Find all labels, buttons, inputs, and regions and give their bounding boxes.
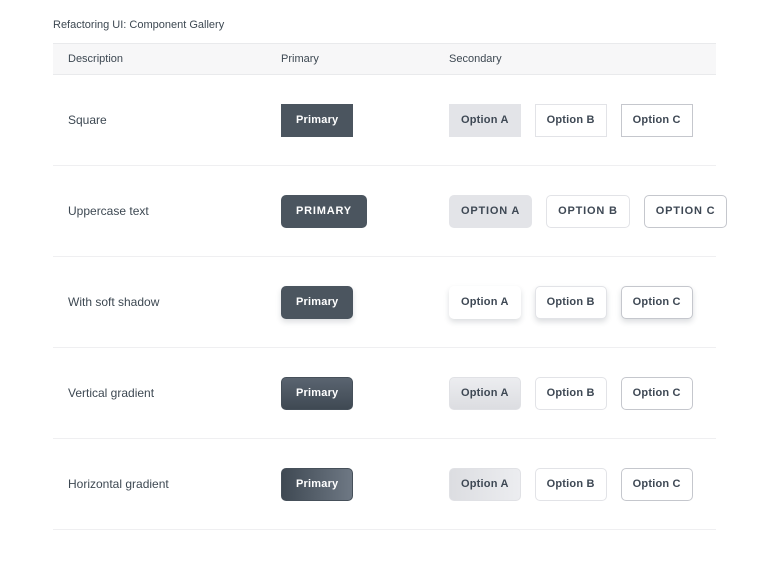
primary-cell: Primary <box>281 286 449 319</box>
secondary-button-option-a[interactable]: Option A <box>449 377 521 410</box>
table-row-soft-shadow: With soft shadow Primary Option A Option… <box>53 257 716 348</box>
primary-button[interactable]: Primary <box>281 377 353 410</box>
secondary-button-option-a[interactable]: Option A <box>449 468 521 501</box>
secondary-button-option-c[interactable]: Option C <box>621 468 693 501</box>
secondary-button-option-c[interactable]: Option C <box>621 104 693 137</box>
primary-button[interactable]: Primary <box>281 286 353 319</box>
secondary-button-option-b[interactable]: Option B <box>535 286 607 319</box>
primary-cell: Primary <box>281 104 449 137</box>
column-header-secondary: Secondary <box>449 53 716 65</box>
secondary-cell: Option A Option B Option C <box>449 286 716 319</box>
page: Refactoring UI: Component Gallery Descri… <box>0 0 768 576</box>
secondary-button-option-c[interactable]: Option C <box>621 286 693 319</box>
secondary-button-option-c[interactable]: Option C <box>621 377 693 410</box>
primary-button[interactable]: PRIMARY <box>281 195 367 228</box>
component-gallery-table: Description Primary Secondary Square Pri… <box>53 43 716 530</box>
secondary-cell: Option A Option B Option C <box>449 104 716 137</box>
secondary-button-option-a[interactable]: Option A <box>449 286 521 319</box>
row-description: Square <box>53 113 281 127</box>
column-header-primary: Primary <box>281 53 449 65</box>
secondary-button-option-b[interactable]: Option B <box>535 377 607 410</box>
table-row-horizontal-gradient: Horizontal gradient Primary Option A Opt… <box>53 439 716 530</box>
column-header-description: Description <box>53 53 281 65</box>
secondary-button-option-c[interactable]: OPTION C <box>644 195 728 228</box>
primary-cell: Primary <box>281 468 449 501</box>
table-row-vertical-gradient: Vertical gradient Primary Option A Optio… <box>53 348 716 439</box>
secondary-button-option-b[interactable]: Option B <box>535 468 607 501</box>
page-title: Refactoring UI: Component Gallery <box>53 0 716 43</box>
secondary-button-option-a[interactable]: OPTION A <box>449 195 532 228</box>
row-description: Vertical gradient <box>53 386 281 400</box>
row-description: Horizontal gradient <box>53 477 281 491</box>
secondary-cell: OPTION A OPTION B OPTION C <box>449 195 727 228</box>
row-description: Uppercase text <box>53 204 281 218</box>
primary-cell: PRIMARY <box>281 195 449 228</box>
row-description: With soft shadow <box>53 295 281 309</box>
secondary-cell: Option A Option B Option C <box>449 468 716 501</box>
primary-button[interactable]: Primary <box>281 104 353 137</box>
primary-cell: Primary <box>281 377 449 410</box>
content-container: Refactoring UI: Component Gallery Descri… <box>53 0 716 530</box>
table-header-row: Description Primary Secondary <box>53 44 716 75</box>
secondary-button-option-b[interactable]: Option B <box>535 104 607 137</box>
table-row-square: Square Primary Option A Option B Option … <box>53 75 716 166</box>
primary-button[interactable]: Primary <box>281 468 353 501</box>
secondary-cell: Option A Option B Option C <box>449 377 716 410</box>
secondary-button-option-a[interactable]: Option A <box>449 104 521 137</box>
secondary-button-option-b[interactable]: OPTION B <box>546 195 630 228</box>
table-row-uppercase: Uppercase text PRIMARY OPTION A OPTION B… <box>53 166 716 257</box>
